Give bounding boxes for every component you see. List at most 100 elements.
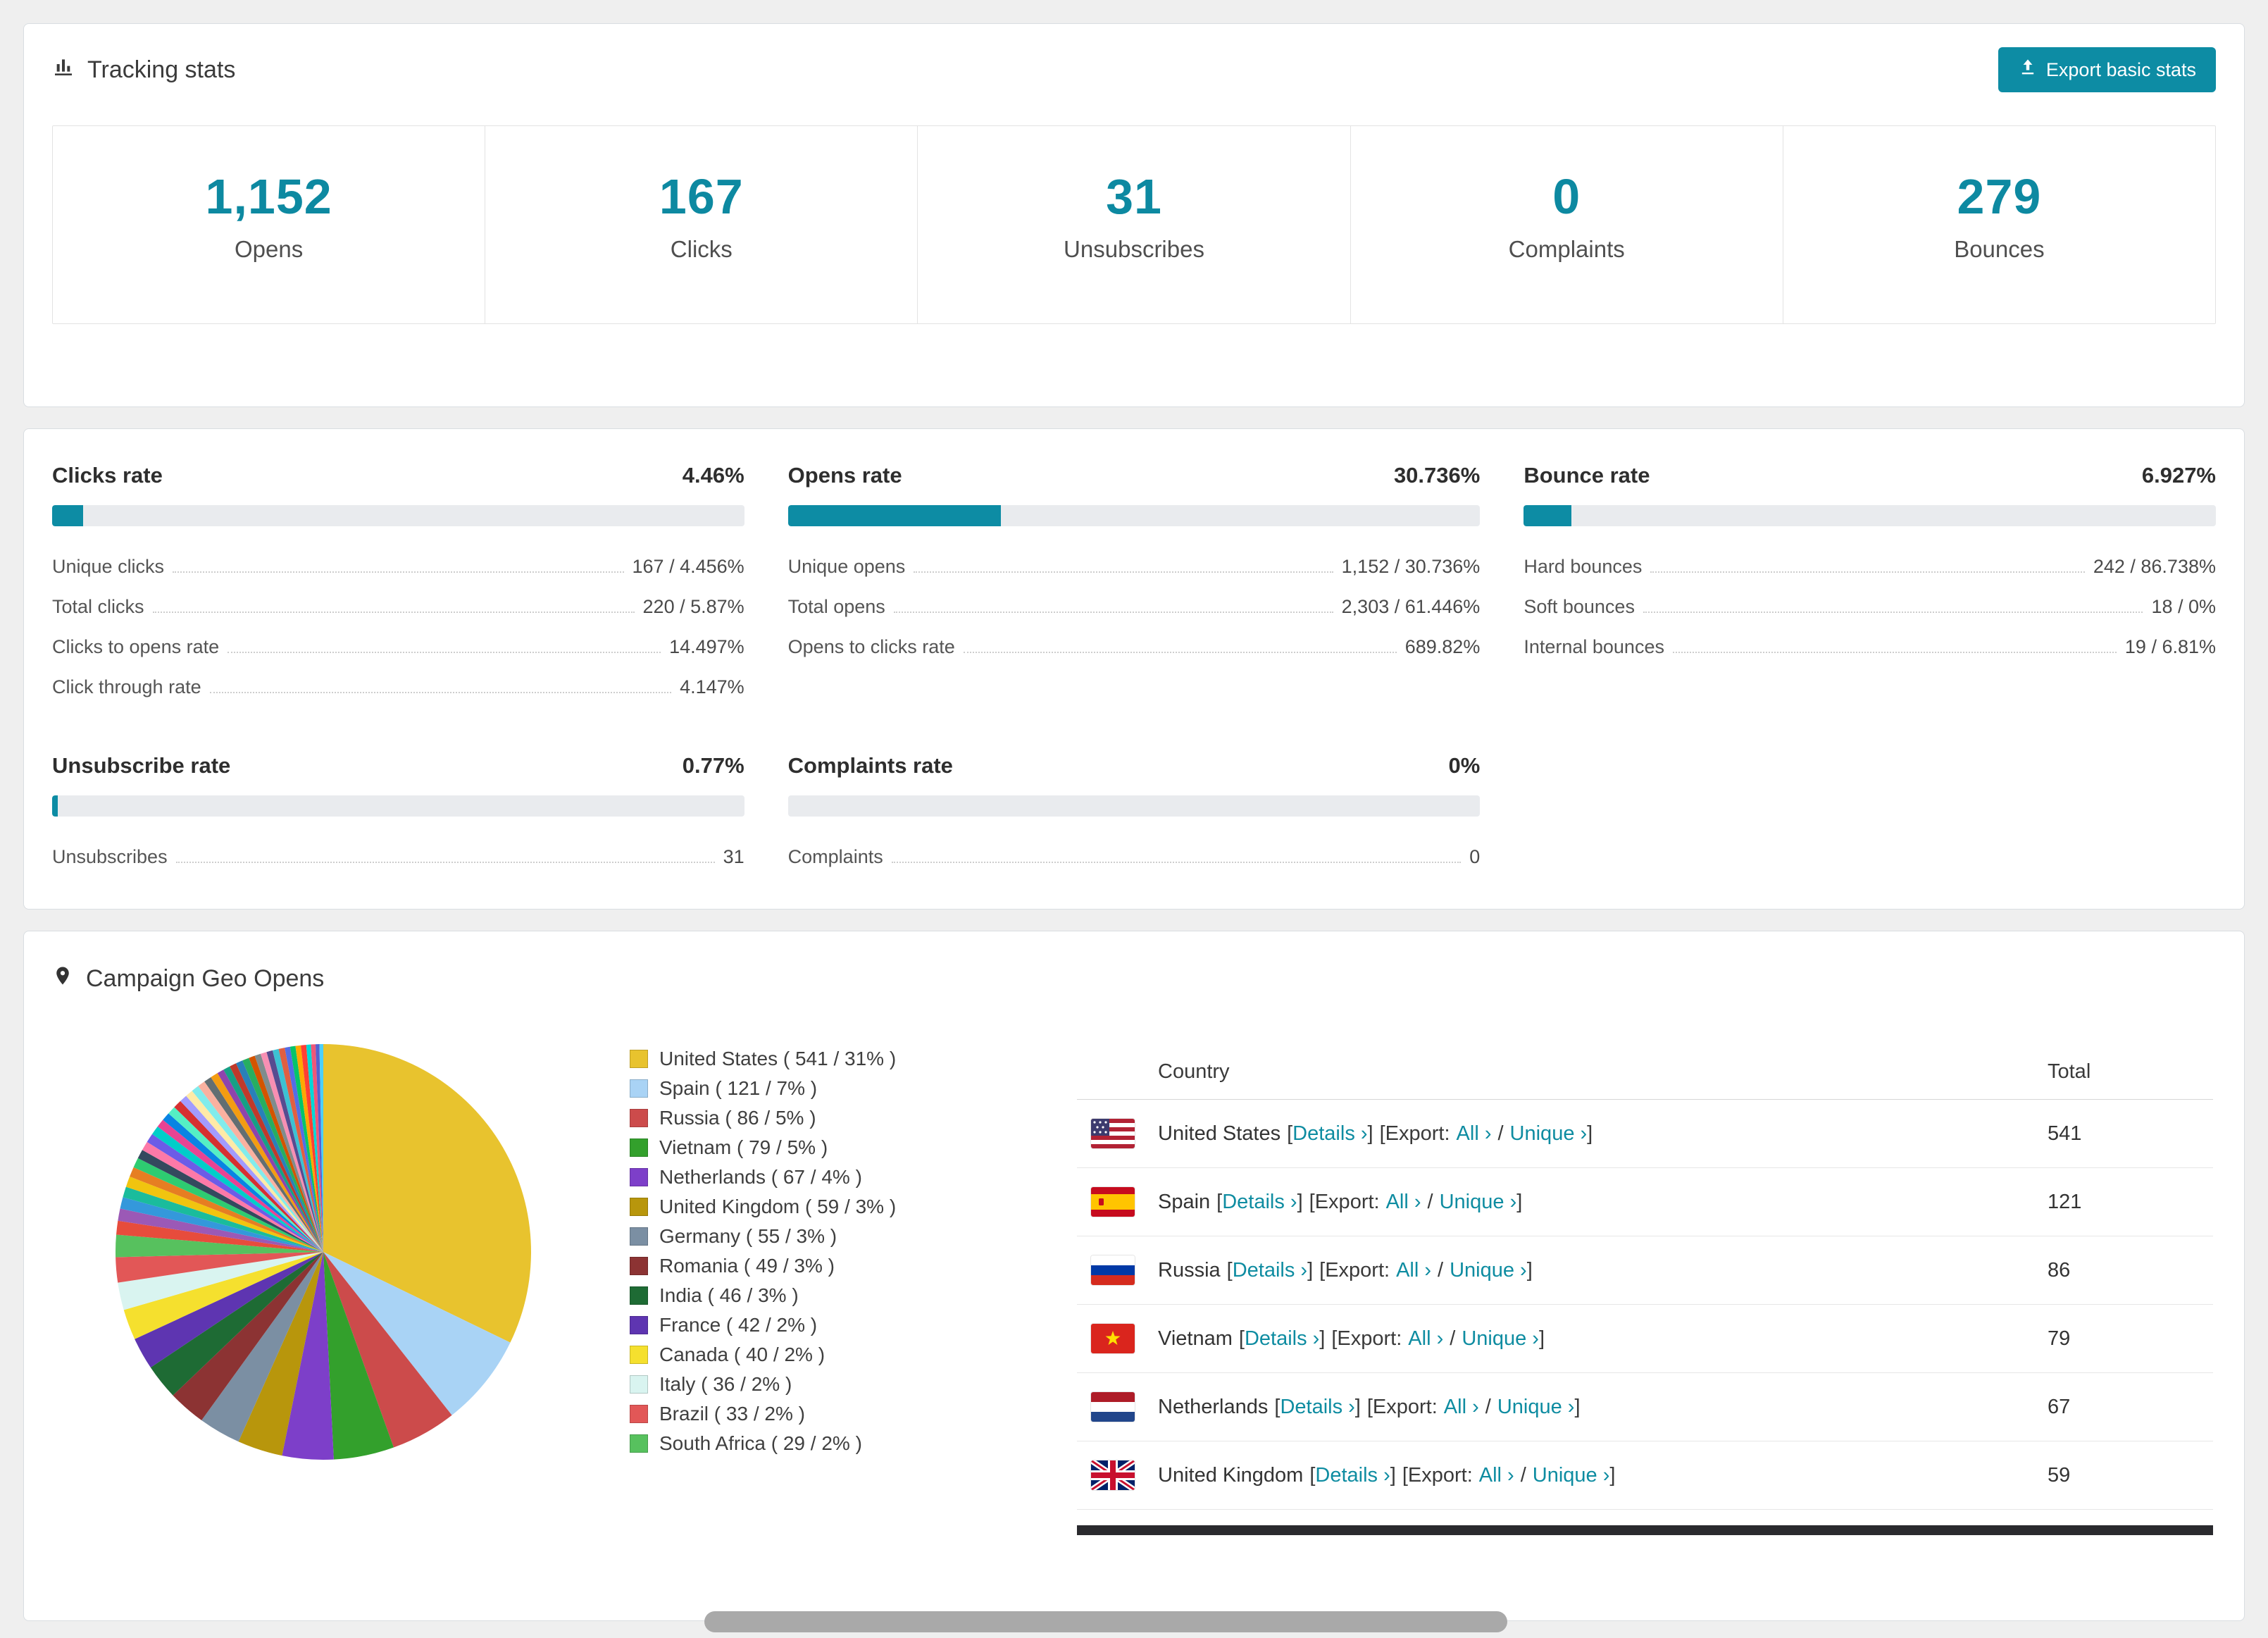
details-link[interactable]: Details › <box>1245 1327 1319 1351</box>
bracket: [ <box>1216 1190 1223 1213</box>
stat-label: Opens <box>234 236 304 262</box>
rate-title: Complaints rate <box>787 753 953 778</box>
stat-value: 167 <box>659 169 744 224</box>
stat-label: Unsubscribes <box>1064 236 1204 262</box>
rate-card: Opens rate 30.736% Unique opens 1,152 / … <box>787 463 1481 702</box>
rate-card: Unsubscribe rate 0.77% Unsubscribes 31 <box>52 753 744 872</box>
rate-detail-label: Soft bounces <box>1524 596 1635 617</box>
rate-detail-value: 14.497% <box>669 636 744 657</box>
legend-item: United Kingdom ( 59 / 3% ) <box>630 1192 1038 1222</box>
details-link[interactable]: Details › <box>1222 1191 1297 1214</box>
legend-item: South Africa ( 29 / 2% ) <box>630 1429 1038 1458</box>
rate-percent: 0.77% <box>682 753 744 778</box>
rate-title: Unsubscribe rate <box>52 753 231 778</box>
country-flag-icon <box>1091 1119 1135 1148</box>
rate-progress-track <box>787 505 1481 526</box>
bracket: ] <box>1354 1395 1361 1418</box>
export-all-link[interactable]: All › <box>1386 1191 1421 1214</box>
export-label: Export: <box>1407 1463 1473 1487</box>
export-unique-link[interactable]: Unique › <box>1510 1122 1588 1146</box>
rate-detail-label: Internal bounces <box>1524 636 1664 657</box>
rate-title: Opens rate <box>787 463 902 488</box>
export-unique-link[interactable]: Unique › <box>1440 1191 1517 1214</box>
geo-table-row: Vietnam [ Details › ] [ Export: All › / … <box>1077 1305 2213 1373</box>
stat-value: 1,152 <box>205 169 332 224</box>
rate-progress-fill <box>52 795 58 817</box>
bracket: [ <box>1287 1122 1293 1145</box>
legend-label: Italy ( 36 / 2% ) <box>659 1373 792 1395</box>
export-unique-link[interactable]: Unique › <box>1533 1464 1610 1487</box>
export-all-link[interactable]: All › <box>1408 1327 1443 1351</box>
stat-value: 0 <box>1552 169 1581 224</box>
rate-detail-label: Opens to clicks rate <box>787 636 955 657</box>
legend-label: United States ( 541 / 31% ) <box>659 1048 897 1069</box>
dotted-leader <box>891 862 1462 863</box>
rate-detail-value: 2,303 / 61.446% <box>1341 596 1481 617</box>
legend-label: Romania ( 49 / 3% ) <box>659 1255 835 1277</box>
legend-color-swatch <box>630 1168 648 1186</box>
rate-detail-label: Unique clicks <box>52 556 165 577</box>
legend-item: Russia ( 86 / 5% ) <box>630 1103 1038 1133</box>
rate-detail-row: Hard bounces 242 / 86.738% <box>1524 542 2216 582</box>
country-flag-icon <box>1091 1255 1135 1285</box>
details-link[interactable]: Details › <box>1233 1259 1307 1282</box>
export-unique-link[interactable]: Unique › <box>1450 1259 1527 1282</box>
map-marker-icon <box>52 963 73 995</box>
details-link[interactable]: Details › <box>1280 1396 1354 1419</box>
stat-box: 0 Complaints <box>1350 126 1783 323</box>
export-label: Export: <box>1325 1258 1390 1282</box>
bracket: [ <box>1226 1258 1233 1282</box>
rate-detail-label: Unsubscribes <box>52 846 168 867</box>
details-link[interactable]: Details › <box>1292 1122 1367 1146</box>
legend-color-swatch <box>630 1286 648 1305</box>
bracket: ] <box>1574 1395 1581 1418</box>
total-column-header: Total <box>2048 1060 2091 1083</box>
legend-item: India ( 46 / 3% ) <box>630 1281 1038 1310</box>
export-all-link[interactable]: All › <box>1457 1122 1492 1146</box>
rate-detail-value: 19 / 6.81% <box>2124 636 2216 657</box>
legend-item: Canada ( 40 / 2% ) <box>630 1340 1038 1370</box>
legend-color-swatch <box>630 1257 648 1275</box>
bracket: ] <box>1319 1327 1326 1350</box>
rate-title: Clicks rate <box>52 463 163 488</box>
rate-progress-track <box>52 795 744 817</box>
legend-label: Vietnam ( 79 / 5% ) <box>659 1136 828 1158</box>
bracket: ] <box>1367 1122 1373 1145</box>
legend-label: South Africa ( 29 / 2% ) <box>659 1432 862 1454</box>
legend-label: Brazil ( 33 / 2% ) <box>659 1403 805 1425</box>
geo-opens-title: Campaign Geo Opens <box>52 963 2216 995</box>
export-unique-link[interactable]: Unique › <box>1462 1327 1539 1351</box>
stat-label: Clicks <box>670 236 733 262</box>
rate-detail-row: Unsubscribes 31 <box>52 832 744 872</box>
dotted-leader <box>175 862 715 863</box>
bracket: ] <box>1297 1190 1303 1213</box>
export-all-link[interactable]: All › <box>1479 1464 1514 1487</box>
legend-label: Russia ( 86 / 5% ) <box>659 1107 816 1129</box>
bracket: ] <box>1390 1463 1396 1487</box>
dotted-leader <box>963 652 1397 653</box>
legend-label: France ( 42 / 2% ) <box>659 1314 818 1336</box>
rate-detail-row: Click through rate 4.147% <box>52 662 744 702</box>
export-all-link[interactable]: All › <box>1396 1259 1431 1282</box>
export-basic-stats-button[interactable]: Export basic stats <box>1998 47 2216 92</box>
geo-table-row: United Kingdom [ Details › ] [ Export: A… <box>1077 1441 2213 1510</box>
legend-color-swatch <box>630 1316 648 1334</box>
rate-detail-label: Complaints <box>787 846 883 867</box>
country-total: 86 <box>2048 1258 2071 1282</box>
legend-item: Netherlands ( 67 / 4% ) <box>630 1162 1038 1192</box>
rate-detail-value: 167 / 4.456% <box>632 556 744 577</box>
export-unique-link[interactable]: Unique › <box>1497 1396 1575 1419</box>
stat-box: 167 Clicks <box>485 126 917 323</box>
rate-detail-value: 220 / 5.87% <box>642 596 744 617</box>
country-flag-icon <box>1091 1187 1135 1217</box>
details-link[interactable]: Details › <box>1315 1464 1390 1487</box>
stats-summary-row: 1,152 Opens 167 Clicks 31 Unsubscribes 0… <box>52 125 2216 324</box>
dotted-leader <box>1672 652 2117 653</box>
legend-label: Canada ( 40 / 2% ) <box>659 1344 825 1365</box>
geo-table-row: United States [ Details › ] [ Export: Al… <box>1077 1100 2213 1168</box>
tracking-stats-title-text: Tracking stats <box>87 56 236 83</box>
country-name: Vietnam <box>1158 1327 1233 1350</box>
export-label: Export: <box>1385 1122 1450 1145</box>
export-all-link[interactable]: All › <box>1444 1396 1479 1419</box>
tracking-stats-title: Tracking stats <box>52 56 235 85</box>
